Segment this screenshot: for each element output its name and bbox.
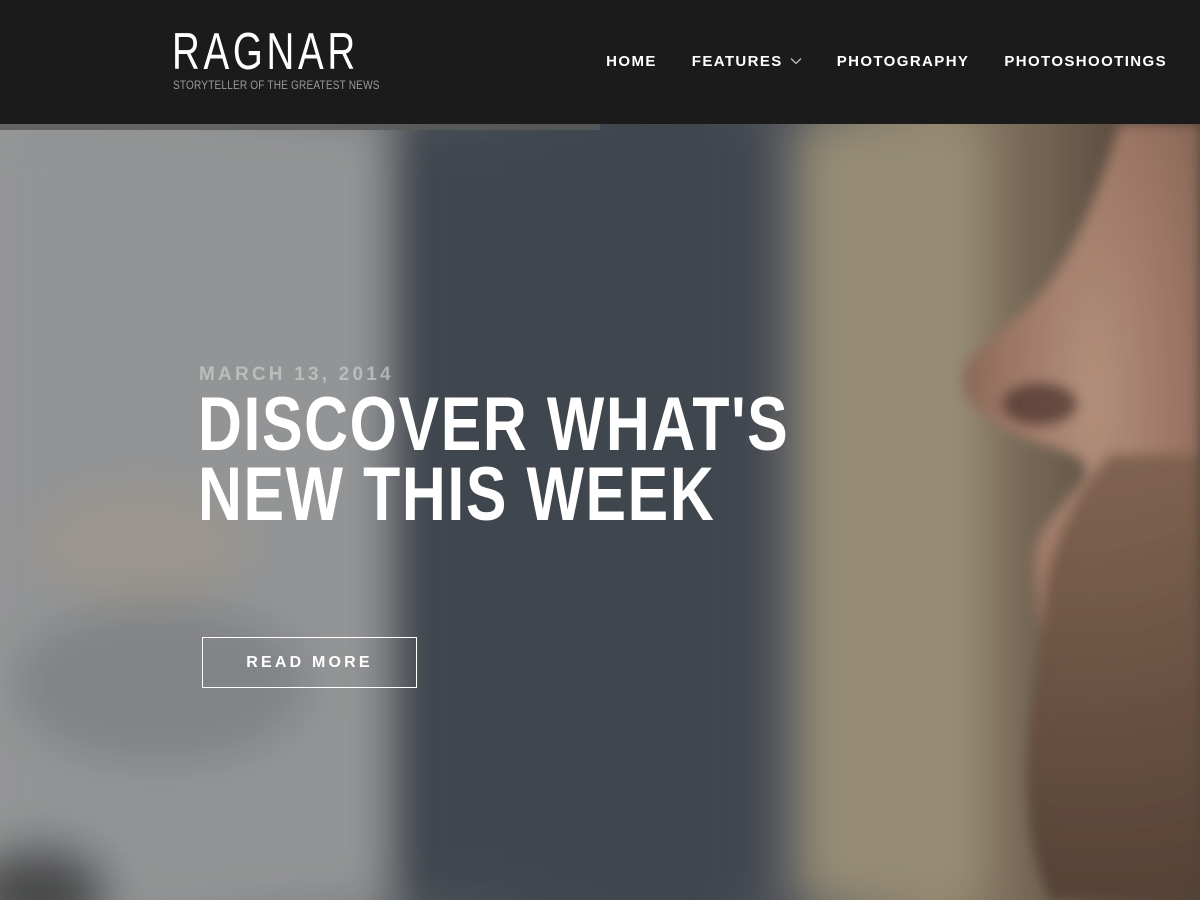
reading-progress-fill bbox=[0, 124, 600, 130]
nav-item-features[interactable]: FEATURES bbox=[692, 53, 802, 70]
nav-item-label: HOME bbox=[606, 52, 657, 70]
nav-item-photography[interactable]: PHOTOGRAPHY bbox=[837, 53, 970, 70]
hero-section: MARCH 13, 2014 DISCOVER WHAT'S NEW THIS … bbox=[0, 124, 1200, 900]
site-logo-link[interactable]: RAGNAR STORYTELLER OF THE GREATEST NEWS bbox=[172, 24, 424, 92]
nav-item-label: PHOTOGRAPHY bbox=[836, 52, 970, 70]
nav-item-label: PHOTOSHOOTINGS bbox=[1004, 52, 1167, 70]
page: RAGNAR STORYTELLER OF THE GREATEST NEWS … bbox=[0, 0, 1200, 900]
site-header: RAGNAR STORYTELLER OF THE GREATEST NEWS … bbox=[0, 0, 1200, 124]
chevron-down-icon bbox=[790, 58, 802, 65]
nav-item-label: FEATURES bbox=[691, 52, 783, 70]
post-title[interactable]: DISCOVER WHAT'S NEW THIS WEEK bbox=[198, 387, 918, 533]
nav-item-home[interactable]: HOME bbox=[606, 53, 657, 70]
read-more-button[interactable]: READ MORE bbox=[202, 637, 417, 688]
nav-item-photoshootings[interactable]: PHOTOSHOOTINGS bbox=[1004, 53, 1167, 70]
main-nav: HOME FEATURES PHOTOGRAPHY PHOTOSHOOTINGS bbox=[606, 48, 1200, 74]
site-title: RAGNAR bbox=[172, 23, 359, 81]
site-tagline: STORYTELLER OF THE GREATEST NEWS bbox=[173, 78, 380, 92]
reading-progress-bar bbox=[0, 124, 1200, 130]
